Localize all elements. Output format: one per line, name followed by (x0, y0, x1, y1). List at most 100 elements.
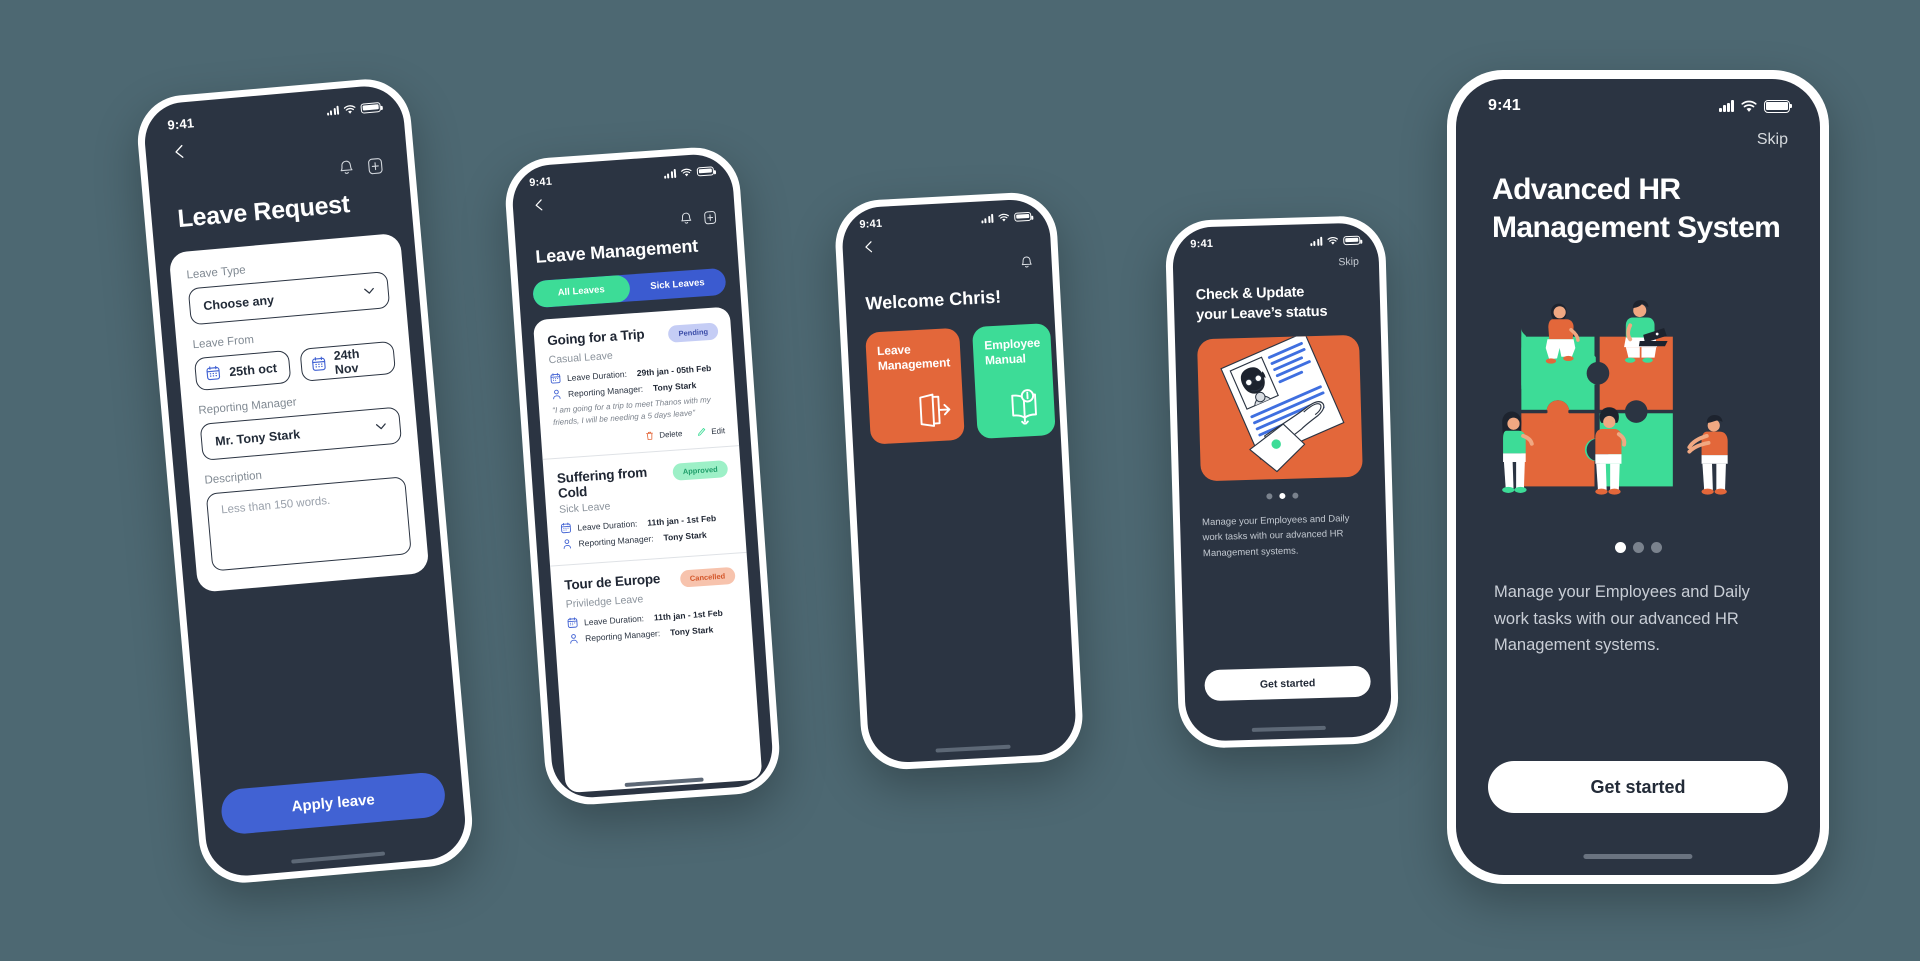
edit-button[interactable]: Edit (696, 425, 725, 438)
add-box-icon[interactable] (703, 209, 718, 226)
screen-onboarding-status: 9:41 Skip Check & Update your Leave’s st… (1171, 222, 1393, 742)
page-title: Leave Request (176, 190, 351, 234)
tile-label: Employee Manual (983, 335, 1041, 368)
duration-label: Leave Duration: (583, 612, 645, 627)
manager-value: Tony Stark (669, 623, 714, 637)
pager-dots (1456, 541, 1820, 553)
leave-title: Suffering from Cold (556, 464, 648, 501)
trash-icon (646, 431, 654, 440)
leave-type-select[interactable]: Choose any (187, 271, 391, 326)
home-indicator (1583, 854, 1693, 859)
get-started-button[interactable]: Get started (1488, 761, 1788, 813)
add-box-icon[interactable] (366, 156, 385, 176)
phone-onboarding-small: 9:41 Skip Check & Update your Leave’s st… (1164, 215, 1400, 749)
calendar-icon (560, 522, 571, 534)
tab-all-leaves[interactable]: All Leaves (532, 274, 631, 309)
delete-button[interactable]: Delete (644, 428, 683, 442)
calendar-icon (311, 356, 326, 371)
wifi-icon (681, 168, 692, 176)
bell-icon[interactable] (679, 211, 694, 228)
apply-leave-button[interactable]: Apply leave (219, 771, 447, 836)
wifi-icon (998, 213, 1009, 221)
home-indicator (935, 744, 1011, 753)
wifi-icon (343, 104, 356, 114)
phone-welcome: 9:41 Welcome Chris! Leave Management Emp… (833, 190, 1085, 772)
manager-select[interactable]: Mr. Tony Stark (199, 406, 403, 461)
pager-dot[interactable] (1650, 541, 1662, 553)
leave-note: "I am going for a trip to meet Thanos wi… (551, 395, 712, 428)
status-badge: Pending (667, 322, 719, 343)
get-started-button[interactable]: Get started (1204, 665, 1372, 702)
leave-card[interactable]: Suffering from Cold Approved Sick Leave … (542, 446, 747, 567)
onboarding-body: Manage your Employees and Daily work tas… (1494, 582, 1750, 655)
wifi-icon (1327, 236, 1338, 245)
phone-leave-management: 9:41 Leave Management All Leaves Sick Le… (502, 144, 783, 808)
duration-value: 29th jan - 05th Feb (636, 362, 712, 378)
end-date-field[interactable]: 24th Nov (298, 340, 396, 382)
signal-icon (980, 213, 994, 223)
battery-icon (1764, 99, 1792, 113)
calendar-icon (567, 617, 578, 628)
bell-icon[interactable] (1019, 255, 1034, 272)
tile-leave-management[interactable]: Leave Management (865, 327, 966, 445)
manager-value: Mr. Tony Stark (214, 426, 301, 449)
header-area: Welcome Chris! (842, 221, 1054, 316)
battery-icon (360, 101, 382, 114)
tile-employee-manual[interactable]: Employee Manual (972, 323, 1056, 439)
leave-request-form: Leave Type Choose any Leave From 25th oc… (168, 232, 430, 593)
status-time: 9:41 (1488, 97, 1521, 114)
battery-icon (696, 165, 715, 176)
header-icons (532, 209, 718, 238)
hand-holding-resume-illustration (1196, 334, 1363, 482)
phone-onboarding-large: 9:41 Skip Advanced HR Management System (1447, 70, 1829, 884)
logout-door-icon (919, 393, 951, 427)
back-arrow-icon[interactable] (530, 196, 548, 214)
manager-value: Tony Stark (652, 379, 697, 393)
skip-button[interactable]: Skip (1456, 115, 1820, 149)
tab-sick-leaves[interactable]: Sick Leaves (628, 268, 726, 302)
back-arrow-icon[interactable] (860, 238, 878, 256)
person-icon (563, 539, 572, 549)
leave-list[interactable]: Going for a Trip Pending Casual Leave Le… (532, 306, 763, 794)
leave-card[interactable]: Going for a Trip Pending Casual Leave Le… (533, 308, 740, 460)
description-input[interactable]: Less than 150 words. (205, 476, 412, 572)
manager-label: Reporting Manager: (567, 383, 644, 399)
back-arrow-icon[interactable] (169, 141, 191, 163)
leave-card[interactable]: Tour de Europe Cancelled Priviledge Leav… (550, 553, 753, 661)
status-badge: Cancelled (679, 566, 736, 588)
manager-value: Tony Stark (663, 529, 708, 543)
duration-label: Leave Duration: (566, 368, 628, 383)
bell-icon[interactable] (337, 158, 356, 178)
team-puzzle-pieces-illustration (1490, 270, 1786, 520)
leave-title: Tour de Europe (563, 571, 661, 593)
header-icons (861, 255, 1034, 280)
open-book-info-icon (1011, 389, 1038, 426)
leave-type-value: Choose any (202, 292, 275, 313)
mockup-canvas: 9:41 Leave Request Leave Type Choose any… (0, 0, 1920, 961)
onboarding-title: Advanced HR Management System (1492, 173, 1781, 245)
puzzle-illustration-svg (1502, 299, 1728, 495)
pager-dot-active[interactable] (1614, 541, 1626, 553)
delete-label: Delete (658, 429, 683, 440)
leave-title: Going for a Trip (546, 326, 645, 349)
calendar-icon (206, 365, 221, 381)
signal-icon (663, 168, 677, 179)
duration-value: 11th jan - 1st Feb (646, 512, 717, 528)
start-date-field[interactable]: 25th oct (193, 349, 291, 392)
person-icon (553, 389, 561, 400)
duration-value: 11th jan - 1st Feb (653, 607, 724, 623)
leave-card-actions: Delete Edit (554, 425, 725, 448)
onboarding-title: Check & Update your Leave’s status (1195, 284, 1328, 323)
pager-dot[interactable] (1632, 541, 1644, 553)
edit-label: Edit (710, 426, 726, 437)
header-area: Leave Management (512, 175, 738, 269)
status-time: 9:41 (528, 175, 553, 190)
page-title: Leave Management (534, 235, 699, 267)
wifi-icon (1741, 100, 1757, 112)
screen-welcome: 9:41 Welcome Chris! Leave Management Emp… (840, 197, 1078, 765)
quick-action-tiles: Leave Management Employee Manual (846, 305, 1061, 446)
calendar-icon (550, 373, 561, 384)
chevron-down-icon (364, 287, 374, 294)
battery-icon (1014, 211, 1032, 222)
onboarding-body: Manage your Employees and Daily work tas… (1201, 513, 1350, 559)
